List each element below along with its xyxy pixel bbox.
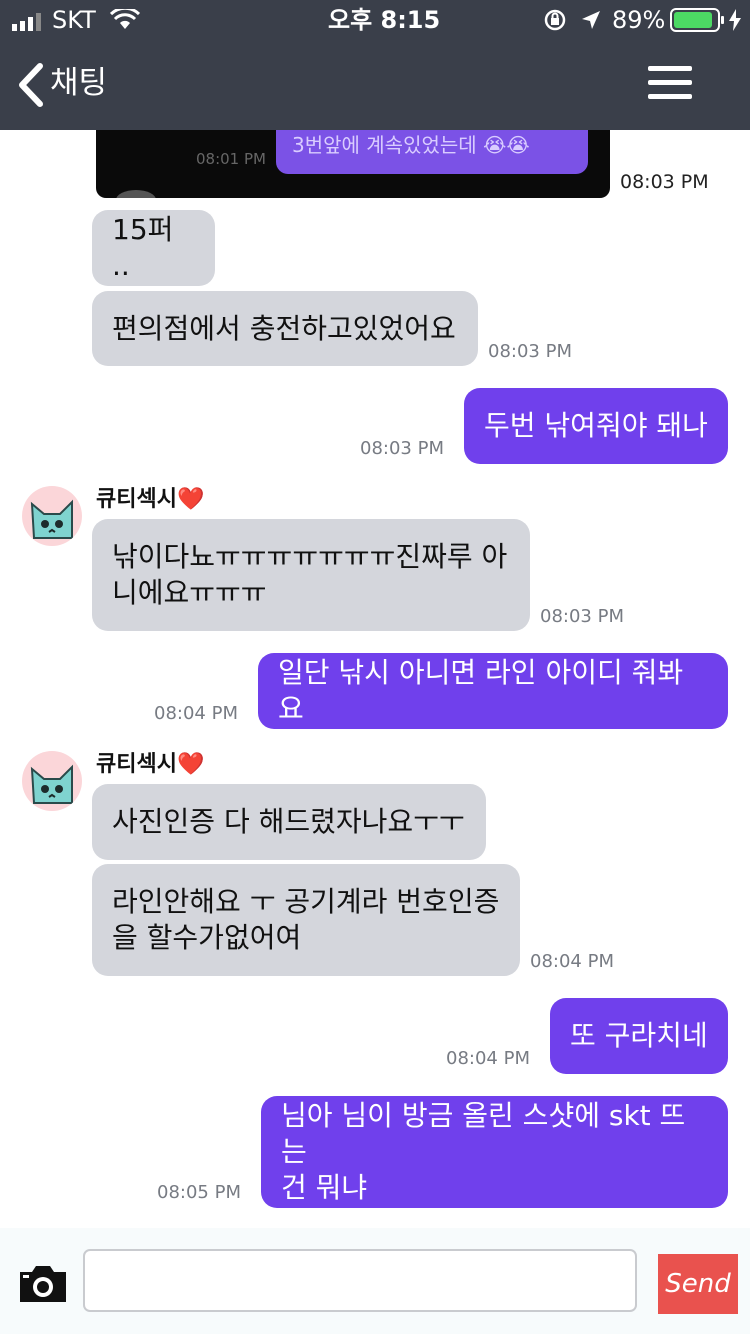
menu-icon[interactable] [648, 66, 692, 100]
message-text-line: 건 뭐냐 [281, 1171, 368, 1204]
outgoing-message[interactable]: 일단 낚시 아니면 라인 아이디 줘봐요 [258, 653, 728, 729]
battery-percent: 89% [612, 6, 666, 34]
outgoing-message[interactable]: 두번 낚여줘야 돼나 [464, 388, 728, 464]
cat-avatar-icon [30, 499, 73, 539]
message-text: 사진인증 다 해드렸자나요ㅜㅜ [112, 805, 465, 838]
incoming-message[interactable]: 15퍼 .. [92, 210, 215, 286]
message-timestamp: 08:05 PM [157, 1182, 241, 1203]
incoming-message[interactable]: 사진인증 다 해드렸자나요ㅜㅜ [92, 784, 486, 860]
battery-icon [670, 8, 726, 32]
screenshot-time: 08:01 PM [196, 150, 266, 168]
send-button[interactable]: Send [658, 1254, 738, 1314]
message-text: 일단 낚시 아니면 라인 아이디 줘봐요 [278, 656, 684, 725]
message-timestamp: 08:03 PM [488, 341, 572, 362]
charging-icon [728, 9, 742, 31]
carrier-label: SKT [52, 6, 96, 34]
sender-name: 큐티섹시❤️ [96, 487, 205, 512]
sender-name: 큐티섹시❤️ [96, 752, 205, 777]
message-text-line: 니에요ㅠㅠㅠ [112, 576, 267, 609]
message-text: 두번 낚여줘야 돼나 [484, 409, 708, 442]
message-text: 15퍼 .. [112, 213, 174, 282]
outgoing-message[interactable]: 님아 님이 방금 올린 스샷에 skt 뜨는 건 뭐냐 [261, 1096, 728, 1208]
clock-label: 오후 8:15 [328, 6, 441, 34]
location-icon [580, 9, 602, 31]
cat-avatar-icon [30, 764, 73, 804]
message-timestamp: 08:04 PM [154, 703, 238, 724]
rotation-lock-icon [544, 9, 566, 31]
avatar[interactable] [22, 486, 82, 546]
message-text-line: 라인안해요 ㅜ 공기계라 번호인증 [112, 885, 500, 918]
status-bar: SKT 오후 8:15 89% [0, 0, 750, 40]
incoming-message[interactable]: 편의점에서 충전하고있었어요 [92, 291, 478, 366]
avatar[interactable] [22, 751, 82, 811]
message-timestamp: 08:03 PM [620, 171, 709, 193]
nav-bar: 채팅 [0, 40, 750, 130]
screenshot-avatar [116, 190, 156, 198]
page-title[interactable]: 채팅 [50, 58, 107, 108]
message-timestamp: 08:04 PM [446, 1048, 530, 1069]
shared-screenshot-image[interactable]: 08:01 PM 3번앞에 계속있었는데 😭😭 [96, 130, 610, 198]
message-text-line: 을 할수가없어여 [112, 921, 302, 954]
message-timestamp: 08:03 PM [540, 606, 624, 627]
message-timestamp: 08:04 PM [530, 951, 614, 972]
back-chevron-icon[interactable] [16, 62, 46, 108]
message-input[interactable] [83, 1249, 637, 1312]
incoming-message[interactable]: 라인안해요 ㅜ 공기계라 번호인증 을 할수가없어여 [92, 864, 520, 976]
wifi-icon [109, 6, 141, 31]
heart-icon: ❤️ [176, 752, 205, 777]
message-text: 편의점에서 충전하고있었어요 [112, 311, 456, 345]
message-timestamp: 08:03 PM [360, 438, 444, 459]
message-text-line: 낚이다뇨ㅠㅠㅠㅠㅠㅠㅠ진짜루 아 [112, 540, 508, 573]
signal-icon [12, 11, 48, 31]
message-text: 또 구라치네 [570, 1019, 708, 1052]
incoming-message[interactable]: 낚이다뇨ㅠㅠㅠㅠㅠㅠㅠ진짜루 아 니에요ㅠㅠㅠ [92, 519, 530, 631]
heart-icon: ❤️ [176, 487, 205, 512]
camera-icon[interactable] [16, 1262, 70, 1306]
outgoing-message[interactable]: 또 구라치네 [550, 998, 728, 1074]
message-text-line: 님아 님이 방금 올린 스샷에 skt 뜨는 [281, 1099, 686, 1168]
screenshot-bubble: 3번앞에 계속있었는데 😭😭 [276, 130, 588, 174]
